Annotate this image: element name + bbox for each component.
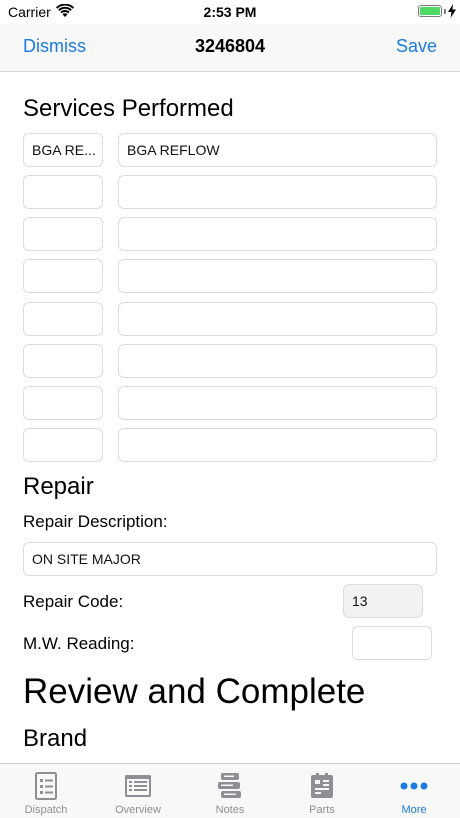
tab-parts[interactable]: Parts bbox=[276, 764, 368, 818]
service-description-field-5[interactable] bbox=[118, 302, 437, 336]
services-heading: Services Performed bbox=[23, 95, 234, 122]
service-description-field-6[interactable] bbox=[118, 344, 437, 378]
tab-label: Dispatch bbox=[24, 804, 68, 816]
overview-icon bbox=[125, 775, 151, 797]
charging-bolt-icon bbox=[448, 4, 456, 18]
form-content[interactable]: Services Performed BGA RE... BGA REFLOW … bbox=[0, 73, 460, 763]
navigation-bar: Dismiss 3246804 Save bbox=[0, 24, 460, 72]
notes-icon bbox=[218, 773, 241, 798]
tab-label: Parts bbox=[309, 804, 335, 816]
battery-icon bbox=[418, 5, 442, 17]
tab-label: Notes bbox=[215, 804, 245, 816]
review-complete-heading: Review and Complete bbox=[23, 672, 366, 711]
more-icon bbox=[400, 782, 428, 790]
service-description-field-8[interactable] bbox=[118, 428, 437, 462]
status-bar: Carrier 2:53 PM bbox=[0, 0, 460, 24]
service-description-field-2[interactable] bbox=[118, 175, 437, 209]
mw-reading-field[interactable] bbox=[352, 626, 432, 660]
repair-description-field[interactable]: ON SITE MAJOR bbox=[23, 542, 437, 576]
tab-notes[interactable]: Notes bbox=[184, 764, 276, 818]
tab-dispatch[interactable]: Dispatch bbox=[0, 764, 92, 818]
service-code-field-3[interactable] bbox=[23, 217, 103, 251]
service-description-field-7[interactable] bbox=[118, 386, 437, 420]
tab-label: More bbox=[401, 804, 427, 816]
save-button[interactable]: Save bbox=[396, 36, 437, 57]
tab-overview[interactable]: Overview bbox=[92, 764, 184, 818]
battery-cap bbox=[444, 9, 446, 14]
repair-description-label: Repair Description: bbox=[23, 512, 168, 531]
repair-heading: Repair bbox=[23, 473, 94, 500]
service-code-field-1[interactable]: BGA RE... bbox=[23, 133, 103, 167]
brand-heading: Brand bbox=[23, 725, 88, 752]
service-description-field-3[interactable] bbox=[118, 217, 437, 251]
screen: Carrier 2:53 PM Dismiss 3246804 Save Ser… bbox=[0, 0, 460, 818]
service-code-field-7[interactable] bbox=[23, 386, 103, 420]
service-code-field-5[interactable] bbox=[23, 302, 103, 336]
clock: 2:53 PM bbox=[203, 4, 257, 20]
tab-bar: Dispatch Overview Notes Parts More bbox=[0, 763, 460, 818]
tab-more[interactable]: More bbox=[368, 764, 460, 818]
service-code-field-6[interactable] bbox=[23, 344, 103, 378]
parts-icon bbox=[311, 773, 333, 798]
service-code-field-8[interactable] bbox=[23, 428, 103, 462]
repair-code-label: Repair Code: bbox=[23, 592, 124, 611]
service-description-field-1[interactable]: BGA REFLOW bbox=[118, 133, 437, 167]
mw-reading-label: M.W. Reading: bbox=[23, 634, 135, 653]
repair-code-field[interactable]: 13 bbox=[343, 584, 423, 618]
tab-label: Overview bbox=[115, 804, 161, 816]
page-title: 3246804 bbox=[194, 36, 266, 56]
service-code-field-4[interactable] bbox=[23, 259, 103, 293]
service-code-field-2[interactable] bbox=[23, 175, 103, 209]
dispatch-icon bbox=[35, 772, 57, 800]
service-description-field-4[interactable] bbox=[118, 259, 437, 293]
